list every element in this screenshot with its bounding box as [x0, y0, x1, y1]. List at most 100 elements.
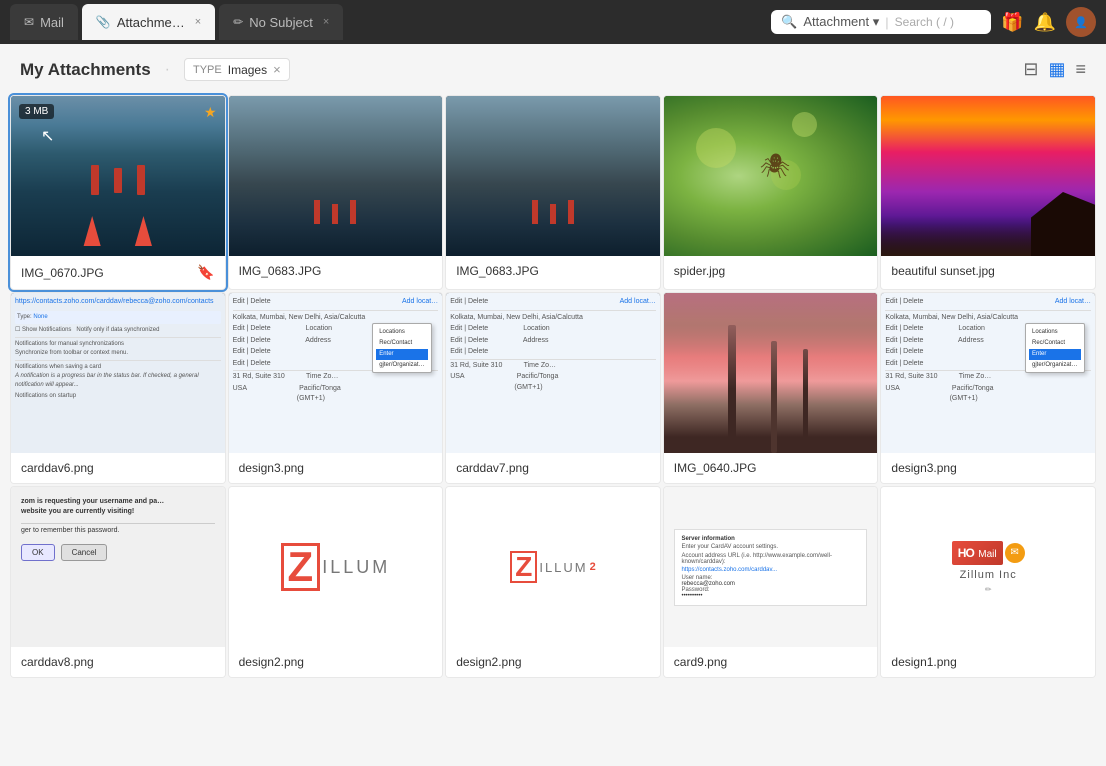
grid-item[interactable]: 🕷 spider.jpg: [663, 95, 879, 290]
popup-menu: Locations Rec/Contact Enter gjter/Organi…: [1025, 323, 1085, 373]
item-footer: design3.png: [229, 453, 443, 483]
item-name: beautiful sunset.jpg: [891, 264, 994, 278]
page-title: My Attachments: [20, 60, 151, 80]
grid-item[interactable]: zom is requesting your username and pa…w…: [10, 486, 226, 678]
filter-close-button[interactable]: ×: [273, 62, 281, 77]
image-container: 🕷: [664, 96, 878, 256]
image-container: https://contacts.zoho.com/carddav/rebecc…: [11, 293, 225, 453]
item-name: design3.png: [891, 461, 956, 475]
item-footer: design1.png: [881, 647, 1095, 677]
item-name: IMG_0640.JPG: [674, 461, 757, 475]
star-icon[interactable]: ★: [204, 104, 217, 121]
grid-item[interactable]: https://contacts.zoho.com/carddav/rebecc…: [10, 292, 226, 484]
avatar-initials: 👤: [1074, 16, 1088, 29]
item-name: IMG_0670.JPG: [21, 266, 104, 280]
mail-icon: ✉: [24, 15, 34, 29]
item-name: design3.png: [239, 461, 304, 475]
image-container: [446, 96, 660, 256]
image-container: Z ILLUM 2: [446, 487, 660, 647]
image-container: Edit | Delete Add locat… Kolkata, Mumbai…: [229, 293, 443, 453]
list-view-icon[interactable]: ≡: [1075, 59, 1086, 80]
tab-nosubject[interactable]: ✏ No Subject ×: [219, 4, 343, 40]
search-divider: |: [885, 15, 888, 30]
grid-item[interactable]: IMG_0640.JPG: [663, 292, 879, 484]
screenshot-preview: Edit | Delete Add locat… Kolkata, Mumbai…: [229, 293, 443, 453]
item-name: spider.jpg: [674, 264, 725, 278]
item-footer: design2.png: [446, 647, 660, 677]
filter-icon[interactable]: ⊟: [1023, 59, 1038, 80]
notification-icon[interactable]: 🔔: [1034, 12, 1056, 33]
image-container: HO Mail ✉ Zillum Inc ✏: [881, 487, 1095, 647]
tab-attachments[interactable]: 📎 Attachme… ×: [82, 4, 215, 40]
grid-item[interactable]: HO Mail ✉ Zillum Inc ✏ design1.png: [880, 486, 1096, 678]
image-container: [664, 293, 878, 453]
search-hint: Search ( / ): [895, 15, 954, 29]
tab-attachments-close[interactable]: ×: [195, 16, 201, 28]
image-container: [881, 96, 1095, 256]
more-action-icon[interactable]: ⋯: [150, 194, 165, 212]
item-footer: IMG_0683.JPG: [446, 256, 660, 286]
topbar: ✉ Mail 📎 Attachme… × ✏ No Subject × 🔍 At…: [0, 0, 1106, 44]
grid-item[interactable]: Edit | Delete Add locat… Kolkata, Mumbai…: [880, 292, 1096, 484]
filter-value: Images: [228, 63, 267, 77]
image-container: ↖ 3 MB ★ ✉ ➤ ⬇ ⋯: [11, 96, 225, 256]
item-name: card9.png: [674, 655, 727, 669]
image-container: zom is requesting your username and pa…w…: [11, 487, 225, 647]
email-action-icon[interactable]: ✉: [70, 194, 83, 212]
header-actions: ⊟ ▦ ≡: [1023, 59, 1086, 80]
image-container: Server information Enter your CardAV acc…: [664, 487, 878, 647]
screenshot-preview: https://contacts.zoho.com/carddav/rebecc…: [11, 293, 225, 453]
screenshot-preview: zom is requesting your username and pa…w…: [11, 487, 225, 647]
item-footer: IMG_0683.JPG: [229, 256, 443, 286]
download-action-icon[interactable]: ⬇: [124, 194, 137, 212]
attachment-grid: ↖ 3 MB ★ ✉ ➤ ⬇ ⋯ IMG_0670.JPG 🔖: [0, 95, 1106, 688]
grid-item[interactable]: Z ILLUM 2 design2.png: [445, 486, 661, 678]
popup-menu: Locations Rec/Contact Enter gjter/Organi…: [372, 323, 432, 373]
image-container: Edit | Delete Add locat… Kolkata, Mumbai…: [446, 293, 660, 453]
grid-item[interactable]: IMG_0683.JPG: [228, 95, 444, 290]
grid-item[interactable]: IMG_0683.JPG: [445, 95, 661, 290]
item-name: design2.png: [456, 655, 521, 669]
item-footer: beautiful sunset.jpg: [881, 256, 1095, 286]
bookmark-icon[interactable]: 🔖: [197, 264, 214, 281]
filter-tag[interactable]: TYPE Images ×: [184, 58, 290, 81]
tab-mail[interactable]: ✉ Mail: [10, 4, 78, 40]
search-bar[interactable]: 🔍 Attachment ▾ | Search ( / ): [771, 10, 991, 34]
item-footer: carddav7.png: [446, 453, 660, 483]
search-filter-label: Attachment ▾: [803, 14, 879, 30]
grid-item[interactable]: Server information Enter your CardAV acc…: [663, 486, 879, 678]
item-footer: card9.png: [664, 647, 878, 677]
grid-item[interactable]: ↖ 3 MB ★ ✉ ➤ ⬇ ⋯ IMG_0670.JPG 🔖: [10, 95, 226, 290]
tab-attachments-label: Attachme…: [117, 15, 185, 30]
grid-item[interactable]: Z ILLUM design2.png: [228, 486, 444, 678]
screenshot-preview: Edit | Delete Add locat… Kolkata, Mumbai…: [881, 293, 1095, 453]
send-action-icon[interactable]: ➤: [97, 194, 110, 212]
grid-view-icon[interactable]: ▦: [1048, 59, 1065, 80]
grid-item[interactable]: beautiful sunset.jpg: [880, 95, 1096, 290]
item-footer: IMG_0640.JPG: [664, 453, 878, 483]
compose-icon: ✏: [233, 15, 243, 29]
tab-nosubject-close[interactable]: ×: [323, 16, 329, 28]
item-name: IMG_0683.JPG: [456, 264, 539, 278]
page-header: My Attachments · TYPE Images × ⊟ ▦ ≡: [0, 44, 1106, 95]
item-name: carddav7.png: [456, 461, 529, 475]
item-name: design2.png: [239, 655, 304, 669]
image-container: [229, 96, 443, 256]
item-name: design1.png: [891, 655, 956, 669]
item-name: carddav6.png: [21, 461, 94, 475]
screenshot-preview: Edit | Delete Add locat… Kolkata, Mumbai…: [446, 293, 660, 453]
grid-item[interactable]: Edit | Delete Add locat… Kolkata, Mumbai…: [445, 292, 661, 484]
file-size-badge: 3 MB: [19, 104, 54, 119]
gift-icon[interactable]: 🎁: [1001, 12, 1023, 33]
dialog-buttons: OK Cancel: [21, 544, 107, 561]
grid-item[interactable]: Edit | Delete Add locat… Kolkata, Mumbai…: [228, 292, 444, 484]
tab-nosubject-label: No Subject: [249, 15, 313, 30]
content-area: My Attachments · TYPE Images × ⊟ ▦ ≡: [0, 44, 1106, 766]
ok-button: OK: [21, 544, 55, 561]
cancel-button: Cancel: [61, 544, 108, 561]
avatar[interactable]: 👤: [1066, 7, 1096, 37]
attachment-icon: 📎: [96, 15, 111, 29]
search-icon: 🔍: [781, 14, 797, 30]
item-footer: design3.png: [881, 453, 1095, 483]
item-footer: design2.png: [229, 647, 443, 677]
